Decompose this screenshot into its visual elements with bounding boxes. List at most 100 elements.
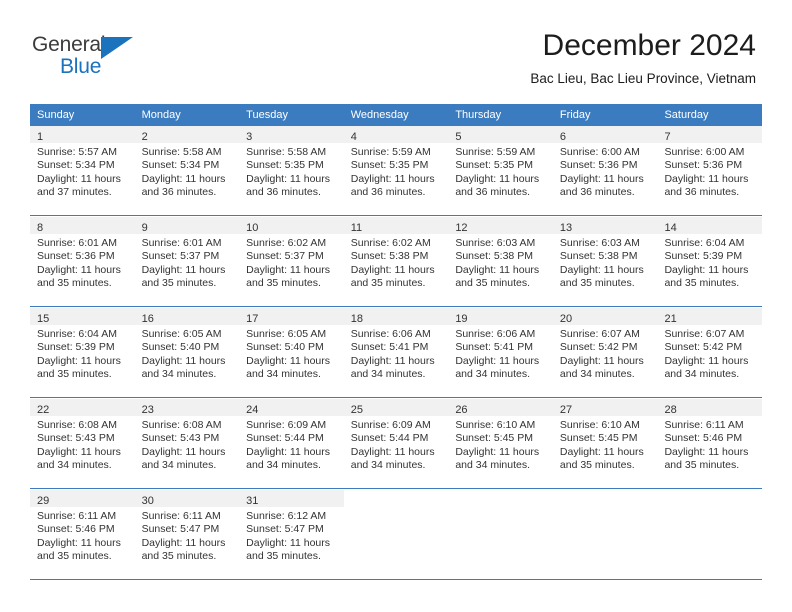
day-detail-line: Sunset: 5:37 PM — [141, 250, 220, 263]
calendar-day-cell[interactable]: 27 Sunrise: 6:10 AM Sunset: 5:45 PM Dayligh… — [552, 399, 658, 488]
calendar-day-cell[interactable]: 8 Sunrise: 6:01 AM Sunset: 5:36 PM Daylight… — [30, 217, 135, 306]
calendar-day-cell[interactable]: 30 Sunrise: 6:11 AM Sunset: 5:47 PM Dayligh… — [134, 490, 240, 579]
calendar-day-cell[interactable]: 9 Sunrise: 6:01 AM Sunset: 5:37 PM Daylight… — [134, 217, 240, 306]
day-number: 26 — [455, 404, 468, 416]
calendar-day-cell[interactable]: 4 Sunrise: 5:59 AM Sunset: 5:35 PM Daylight… — [343, 126, 449, 215]
day-number-band: 19 — [448, 308, 553, 325]
day-details: Sunrise: 6:06 AM Sunset: 5:41 PM Daylight:… — [448, 325, 553, 382]
day-detail-line: Sunrise: 6:01 AM — [37, 237, 117, 249]
calendar-day-cell[interactable]: 13 Sunrise: 6:03 AM Sunset: 5:38 PM Dayligh… — [552, 217, 658, 306]
generalblue-logo[interactable]: General Blue — [32, 33, 162, 83]
day-detail-line: and 35 minutes. — [559, 459, 635, 472]
day-details — [448, 507, 553, 510]
weekday-header-saturday: Saturday — [664, 109, 709, 121]
day-details: Sunrise: 6:02 AM Sunset: 5:37 PM Daylight:… — [239, 234, 344, 291]
day-detail-line: Sunrise: 6:06 AM — [455, 328, 536, 340]
calendar-day-cell[interactable]: 3 Sunrise: 5:58 AM Sunset: 5:35 PM Daylight… — [239, 126, 344, 215]
day-detail-line: and 34 minutes. — [350, 459, 426, 472]
calendar-day-cell[interactable]: 24 Sunrise: 6:09 AM Sunset: 5:44 PM Dayligh… — [239, 399, 344, 488]
day-detail-line: Sunset: 5:46 PM — [37, 523, 115, 536]
day-number-band — [553, 490, 658, 507]
day-detail-line: and 36 minutes. — [664, 186, 740, 199]
logo-text-blue: Blue — [60, 55, 102, 78]
day-details: Sunrise: 5:58 AM Sunset: 5:35 PM Daylight:… — [239, 143, 344, 200]
calendar-day-cell[interactable]: 6 Sunrise: 6:00 AM Sunset: 5:36 PM Daylight… — [552, 126, 658, 215]
day-details: Sunrise: 6:00 AM Sunset: 5:36 PM Daylight:… — [553, 143, 658, 200]
calendar-day-cell[interactable]: 18 Sunrise: 6:06 AM Sunset: 5:41 PM Dayligh… — [343, 308, 449, 397]
day-details: Sunrise: 6:11 AM Sunset: 5:46 PM Daylight:… — [657, 416, 762, 473]
day-detail-line: and 35 minutes. — [246, 550, 321, 563]
calendar-day-cell[interactable]: 26 Sunrise: 6:10 AM Sunset: 5:45 PM Dayligh… — [448, 399, 553, 488]
day-detail-line: Daylight: 11 hours — [559, 445, 644, 458]
day-number-band: 17 — [239, 308, 344, 325]
day-detail-line: and 34 minutes. — [455, 368, 531, 381]
calendar-day-cell[interactable]: 31 Sunrise: 6:12 AM Sunset: 5:47 PM Dayligh… — [239, 490, 344, 579]
day-details — [553, 507, 658, 510]
day-detail-line: Daylight: 11 hours — [664, 354, 749, 367]
calendar-day-cell[interactable]: 14 Sunrise: 6:04 AM Sunset: 5:39 PM Dayligh… — [657, 217, 763, 306]
day-detail-line: and 35 minutes. — [455, 277, 531, 290]
day-detail-line: Daylight: 11 hours — [455, 445, 540, 458]
day-details: Sunrise: 6:05 AM Sunset: 5:40 PM Daylight:… — [135, 325, 240, 382]
day-detail-line: and 35 minutes. — [350, 277, 426, 290]
calendar-day-cell[interactable]: 20 Sunrise: 6:07 AM Sunset: 5:42 PM Dayligh… — [552, 308, 658, 397]
day-detail-line: Daylight: 11 hours — [455, 354, 540, 367]
day-detail-line: Sunset: 5:43 PM — [37, 432, 115, 445]
day-number-band: 2 — [134, 126, 240, 143]
day-detail-line: and 34 minutes. — [37, 459, 112, 472]
day-number-band: 23 — [134, 399, 240, 416]
day-number: 20 — [559, 313, 573, 325]
day-number: 31 — [246, 495, 259, 507]
calendar-week-row: 8 Sunrise: 6:01 AM Sunset: 5:36 PM Daylight… — [30, 216, 763, 307]
day-detail-line: Daylight: 11 hours — [246, 172, 331, 185]
day-number-band: 27 — [552, 399, 658, 416]
calendar-week-row: 22 Sunrise: 6:08 AM Sunset: 5:43 PM Dayligh… — [30, 398, 763, 489]
calendar-day-cell[interactable]: 7 Sunrise: 6:00 AM Sunset: 5:36 PM Daylight… — [657, 126, 763, 215]
day-detail-line: Daylight: 11 hours — [350, 172, 435, 185]
calendar-day-cell[interactable]: 19 Sunrise: 6:06 AM Sunset: 5:41 PM Dayligh… — [448, 308, 553, 397]
day-detail-line: Sunrise: 6:01 AM — [141, 237, 222, 249]
day-number: 11 — [350, 222, 363, 234]
day-number: 4 — [350, 131, 357, 143]
day-number: 21 — [664, 313, 677, 325]
calendar-day-cell[interactable]: 11 Sunrise: 6:02 AM Sunset: 5:38 PM Dayligh… — [343, 217, 449, 306]
day-detail-line: Daylight: 11 hours — [141, 354, 226, 367]
calendar-day-cell[interactable]: 2 Sunrise: 5:58 AM Sunset: 5:34 PM Daylight… — [134, 126, 240, 215]
day-detail-line: Daylight: 11 hours — [141, 263, 226, 276]
calendar-day-cell[interactable]: 16 Sunrise: 6:05 AM Sunset: 5:40 PM Dayligh… — [134, 308, 240, 397]
day-number-band — [448, 490, 553, 507]
calendar-day-cell[interactable]: 5 Sunrise: 5:59 AM Sunset: 5:35 PM Daylight… — [448, 126, 553, 215]
day-detail-line: Sunrise: 6:02 AM — [246, 237, 327, 249]
day-number: 5 — [455, 131, 462, 143]
calendar-empty-cell — [657, 490, 763, 579]
day-number: 1 — [37, 131, 44, 143]
calendar-day-cell[interactable]: 17 Sunrise: 6:05 AM Sunset: 5:40 PM Dayligh… — [239, 308, 344, 397]
logo-triangle-icon — [101, 37, 133, 59]
day-detail-line: Sunrise: 6:10 AM — [455, 419, 536, 431]
calendar-day-cell[interactable]: 28 Sunrise: 6:11 AM Sunset: 5:46 PM Dayligh… — [657, 399, 763, 488]
day-detail-line: Sunset: 5:41 PM — [350, 341, 429, 354]
weekday-header-thursday: Thursday — [455, 109, 502, 121]
calendar-empty-cell — [343, 490, 449, 579]
calendar-day-cell[interactable]: 22 Sunrise: 6:08 AM Sunset: 5:43 PM Dayligh… — [30, 399, 135, 488]
weekday-header-friday: Friday — [559, 109, 591, 121]
day-number: 27 — [559, 404, 573, 416]
calendar-week-row: 29 Sunrise: 6:11 AM Sunset: 5:46 PM Dayligh… — [30, 489, 763, 580]
day-detail-line: Sunrise: 5:58 AM — [246, 146, 327, 158]
calendar-day-cell[interactable]: 23 Sunrise: 6:08 AM Sunset: 5:43 PM Dayligh… — [134, 399, 240, 488]
day-detail-line: Sunrise: 5:57 AM — [37, 146, 117, 158]
calendar-day-cell[interactable]: 15 Sunrise: 6:04 AM Sunset: 5:39 PM Dayligh… — [30, 308, 135, 397]
day-detail-line: Sunrise: 6:04 AM — [37, 328, 117, 340]
day-number: 23 — [141, 404, 154, 416]
day-number-band: 15 — [30, 308, 135, 325]
calendar-day-cell[interactable]: 21 Sunrise: 6:07 AM Sunset: 5:42 PM Dayligh… — [657, 308, 763, 397]
day-details: Sunrise: 6:04 AM Sunset: 5:39 PM Daylight:… — [657, 234, 762, 291]
weekday-header-tuesday: Tuesday — [246, 109, 288, 121]
calendar-day-cell[interactable]: 1 Sunrise: 5:57 AM Sunset: 5:34 PM Daylight… — [30, 126, 135, 215]
day-detail-line: Sunset: 5:35 PM — [246, 159, 324, 172]
calendar-day-cell[interactable]: 12 Sunrise: 6:03 AM Sunset: 5:38 PM Dayligh… — [448, 217, 553, 306]
calendar-day-cell[interactable]: 25 Sunrise: 6:09 AM Sunset: 5:44 PM Dayligh… — [343, 399, 449, 488]
calendar-day-cell[interactable]: 10 Sunrise: 6:02 AM Sunset: 5:37 PM Dayligh… — [239, 217, 344, 306]
calendar-day-cell[interactable]: 29 Sunrise: 6:11 AM Sunset: 5:46 PM Dayligh… — [30, 490, 135, 579]
day-details: Sunrise: 6:08 AM Sunset: 5:43 PM Daylight:… — [30, 416, 135, 473]
